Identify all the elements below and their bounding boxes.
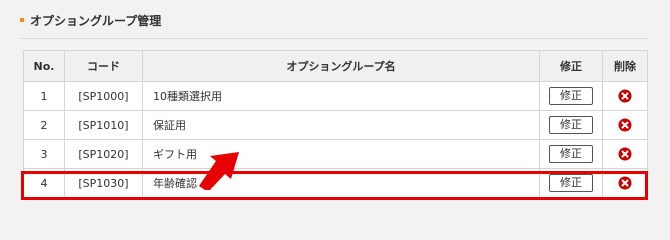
delete-x-icon[interactable] (618, 118, 632, 132)
table-header-row: No. コード オプショングループ名 修正 削除 (23, 50, 648, 82)
row-edit-cell: 修正 (539, 81, 603, 111)
row-code: [SP1030] (64, 168, 143, 198)
edit-button[interactable]: 修正 (549, 87, 593, 105)
header-no: No. (23, 50, 65, 82)
header-name: オプショングループ名 (142, 50, 540, 82)
row-code: [SP1010] (64, 110, 143, 140)
header-edit: 修正 (539, 50, 603, 82)
header-divider (20, 38, 648, 39)
header-code: コード (64, 50, 143, 82)
row-code: [SP1020] (64, 139, 143, 169)
row-name: 10種類選択用 (142, 81, 540, 111)
row-no: 4 (23, 168, 65, 198)
row-delete-cell (602, 81, 648, 111)
row-code: [SP1000] (64, 81, 143, 111)
row-edit-cell: 修正 (539, 168, 603, 198)
section-marker-icon (20, 18, 24, 22)
table-row: 3 [SP1020] ギフト用 修正 (23, 139, 648, 169)
delete-x-icon[interactable] (618, 89, 632, 103)
row-delete-cell (602, 139, 648, 169)
row-no: 3 (23, 139, 65, 169)
row-delete-cell (602, 168, 648, 198)
row-name: 保証用 (142, 110, 540, 140)
table-row: 2 [SP1010] 保証用 修正 (23, 110, 648, 140)
option-group-table: No. コード オプショングループ名 修正 削除 1 [SP1000] 10種類… (23, 50, 648, 198)
section-title: オプショングループ管理 (30, 13, 162, 28)
header-delete: 削除 (602, 50, 648, 82)
row-delete-cell (602, 110, 648, 140)
option-group-management-page: オプショングループ管理 No. コード オプショングループ名 修正 削除 1 [… (0, 0, 670, 219)
delete-x-icon[interactable] (618, 147, 632, 161)
edit-button[interactable]: 修正 (549, 145, 593, 163)
row-edit-cell: 修正 (539, 139, 603, 169)
row-no: 2 (23, 110, 65, 140)
section-header: オプショングループ管理 (20, 11, 161, 29)
row-edit-cell: 修正 (539, 110, 603, 140)
delete-x-icon[interactable] (618, 176, 632, 190)
edit-button[interactable]: 修正 (549, 116, 593, 134)
row-name: 年齢確認 (142, 168, 540, 198)
edit-button[interactable]: 修正 (549, 174, 593, 192)
table-row: 4 [SP1030] 年齢確認 修正 (23, 168, 648, 198)
row-name: ギフト用 (142, 139, 540, 169)
row-no: 1 (23, 81, 65, 111)
table-row: 1 [SP1000] 10種類選択用 修正 (23, 81, 648, 111)
